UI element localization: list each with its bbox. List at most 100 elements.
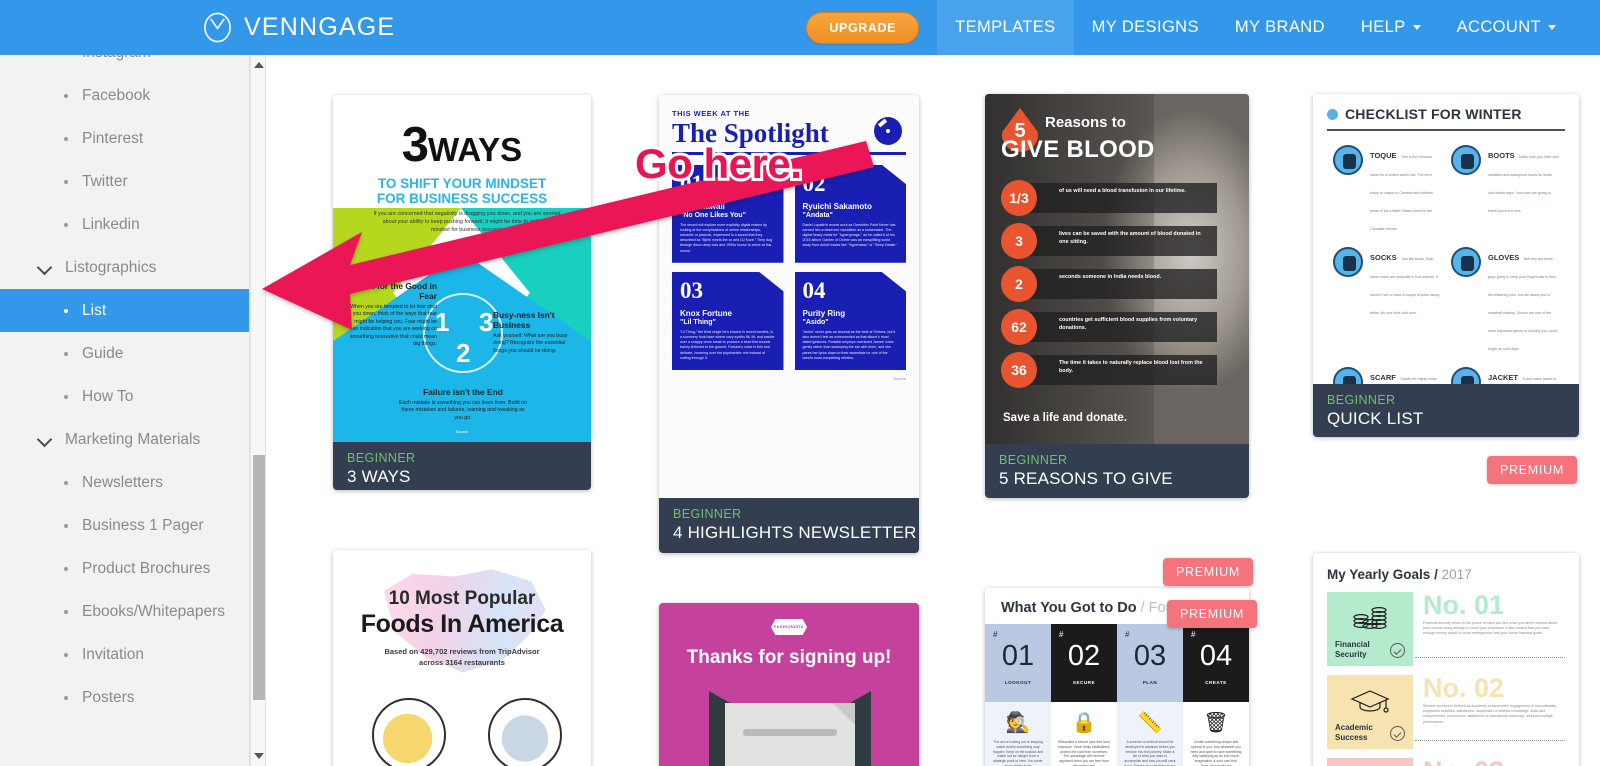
padlock-icon: 🔒 — [1071, 712, 1097, 734]
sidebar-group-marketing-materials[interactable]: Marketing Materials — [0, 418, 249, 461]
graduation-cap-icon — [1350, 690, 1390, 713]
nav-right-group: UPGRADE TEMPLATES MY DESIGNS MY BRAND HE… — [806, 0, 1600, 55]
bullet-icon — [64, 652, 68, 657]
sidebar-item-linkedin[interactable]: Linkedin — [0, 203, 249, 246]
preview-section: Look for the Good in Fear When you are te… — [349, 281, 437, 348]
template-level: BEGINNER — [347, 451, 416, 465]
scroll-up-arrow-icon[interactable] — [251, 57, 267, 73]
sidebar-item-product-brochures[interactable]: Product Brochures — [0, 547, 249, 590]
preview-heading-small: Reasons to — [1045, 114, 1126, 131]
vinyl-record-icon — [874, 117, 902, 145]
template-card-three-ways[interactable]: 3WAYS TO SHIFT YOUR MINDSET FOR BUSINESS… — [333, 95, 591, 490]
preview-heading: CHECKLIST FOR WINTER — [1345, 106, 1522, 122]
preview-step-number: 2 — [456, 338, 471, 368]
boot-icon — [1451, 145, 1481, 175]
preview-step-number: 3 — [479, 307, 494, 337]
sidebar-group-label: Marketing Materials — [65, 430, 201, 448]
bullet-icon — [64, 394, 68, 399]
template-title: QUICK LIST — [1327, 409, 1424, 428]
bullet-icon — [64, 308, 68, 313]
preview-item: JACKET A nice warm jacket is your life p… — [1451, 367, 1559, 384]
preview-section: Failure isn't the End Each mistake is som… — [399, 387, 527, 421]
preview-fact: 2 seconds someone in India needs blood. — [1001, 266, 1217, 302]
glove-icon — [1451, 247, 1481, 277]
sidebar-item-label: Linkedin — [82, 215, 140, 233]
preview-item: GLOVES Not only are these guys going to … — [1451, 247, 1559, 355]
sidebar-item-guide[interactable]: Guide — [0, 332, 249, 375]
template-card-thanks-for-signing-up[interactable]: FASHIONISTA Thanks for signing up! — [659, 603, 919, 766]
scallop-shell-icon — [488, 698, 562, 766]
template-card-four-highlights-newsletter[interactable]: THIS WEEK AT THE The Spotlight 01 Blue H… — [659, 95, 919, 553]
preview-item: SCARF Scarfs are highly under rated thes… — [1333, 367, 1441, 384]
coin-stacks-icon — [1353, 606, 1387, 630]
premium-badge: PREMIUM — [1487, 456, 1577, 484]
nav-item-help[interactable]: HELP — [1343, 0, 1439, 55]
goal-swatch: Financial Security — [1327, 592, 1413, 666]
brand-logo[interactable]: VENNGAGE — [203, 12, 395, 43]
preview-step: # 02 SECURE 🔒 Streamline a secure spot f… — [1051, 624, 1117, 766]
sidebar-item-newsletters[interactable]: Newsletters — [0, 461, 249, 504]
preview-item-grid: TOQUE This is the common name for a knit… — [1327, 145, 1565, 384]
sidebar-item-facebook[interactable]: Facebook — [0, 74, 249, 117]
nav-item-account[interactable]: ACCOUNT — [1439, 0, 1574, 55]
preview-goal: Financial Security No. 01 Financial secu… — [1327, 592, 1567, 666]
sidebar-group-listographics[interactable]: Listographics — [0, 246, 249, 289]
preview-step-number: 1 — [435, 307, 450, 337]
preview-subtitle: Based on 429,702 reviews from TripAdviso… — [384, 647, 540, 667]
template-title: 5 REASONS TO GIVE — [999, 469, 1173, 488]
goal-detail: No. 01 Financial security refers to the … — [1413, 592, 1567, 666]
sidebar-item-label: Pinterest — [82, 129, 144, 147]
sidebar-item-pinterest[interactable]: Pinterest — [0, 117, 249, 160]
preview-item: 03 Knox Fortune "Lil Thing" "Lil Thing,"… — [672, 271, 784, 370]
envelope-letter — [725, 703, 855, 766]
nav-item-my-brand[interactable]: MY BRAND — [1217, 0, 1343, 55]
sidebar-item-label: Posters — [82, 688, 135, 706]
sidebar-item-how-to[interactable]: How To — [0, 375, 249, 418]
dotted-divider — [1415, 657, 1565, 658]
goal-swatch — [1327, 758, 1413, 766]
scroll-down-arrow-icon[interactable] — [251, 748, 267, 764]
template-level: BEGINNER — [1327, 393, 1396, 407]
nav-item-templates[interactable]: TEMPLATES — [937, 0, 1074, 55]
goal-label: Financial Security — [1335, 640, 1370, 659]
preview-item: 02 Ryuichi Sakamoto "Andata" Daniel Lopa… — [794, 164, 906, 263]
premium-badge: PREMIUM — [1163, 558, 1253, 586]
sidebar-item-posters[interactable]: Posters — [0, 676, 249, 719]
sidebar-group-label: Listographics — [65, 258, 157, 276]
nav-item-my-designs[interactable]: MY DESIGNS — [1074, 0, 1217, 55]
sidebar-scrollbar[interactable] — [250, 55, 266, 766]
sidebar-item-twitter[interactable]: Twitter — [0, 160, 249, 203]
sidebar-item-instagram[interactable]: Instagram — [0, 55, 249, 74]
preview-source: Source — [455, 429, 469, 434]
sidebar-item-label: Instagram — [82, 55, 151, 62]
sidebar-item-ebooks-whitepapers[interactable]: Ebooks/Whitepapers — [0, 590, 249, 633]
upgrade-button[interactable]: UPGRADE — [806, 11, 920, 44]
nav-item-templates-label: TEMPLATES — [955, 18, 1056, 36]
template-level: BEGINNER — [673, 507, 742, 521]
preview-subhead: TO SHIFT YOUR MINDSET FOR BUSINESS SUCCE… — [376, 176, 548, 206]
template-label: BEGINNER 3 WAYS — [333, 442, 591, 490]
sidebar-item-list[interactable]: List — [0, 289, 249, 332]
template-card-quick-list[interactable]: CHECKLIST FOR WINTER TOQUE This is the c… — [1313, 94, 1579, 437]
template-level: BEGINNER — [999, 453, 1068, 467]
category-list: Instagram Facebook Pinterest Twitter Lin… — [0, 55, 249, 719]
category-sidebar: Instagram Facebook Pinterest Twitter Lin… — [0, 55, 250, 766]
template-label: BEGINNER 5 REASONS TO GIVE — [985, 444, 1249, 498]
sidebar-item-business-1-pager[interactable]: Business 1 Pager — [0, 504, 249, 547]
paint-bucket-icon: 🗑 — [1203, 712, 1229, 734]
preview-item: BOOTS Make sure you have well insulated … — [1451, 145, 1559, 235]
preview-heading: My Yearly Goals / 2017 — [1327, 567, 1472, 582]
template-preview: 5 Reasons to GIVE BLOOD 1/3 of us will n… — [985, 94, 1249, 444]
bullet-icon — [64, 222, 68, 227]
preview-fact: 36 The time it takes to naturally replac… — [1001, 352, 1217, 388]
bullet-icon — [64, 609, 68, 614]
chevron-down-icon — [38, 433, 52, 447]
preview-item: 04 Purity Ring "Asido" "Asido" never get… — [794, 271, 906, 370]
template-card-my-yearly-goals[interactable]: My Yearly Goals / 2017 Financial Securit… — [1313, 553, 1579, 766]
template-title: 3 WAYS — [347, 467, 411, 486]
divider — [672, 152, 906, 155]
sidebar-item-invitation[interactable]: Invitation — [0, 633, 249, 676]
template-card-most-popular-foods[interactable]: 10 Most Popular Foods In America Based o… — [333, 550, 591, 766]
scrollbar-thumb[interactable] — [253, 455, 265, 700]
template-card-five-reasons-to-give[interactable]: 5 Reasons to GIVE BLOOD 1/3 of us will n… — [985, 94, 1249, 498]
